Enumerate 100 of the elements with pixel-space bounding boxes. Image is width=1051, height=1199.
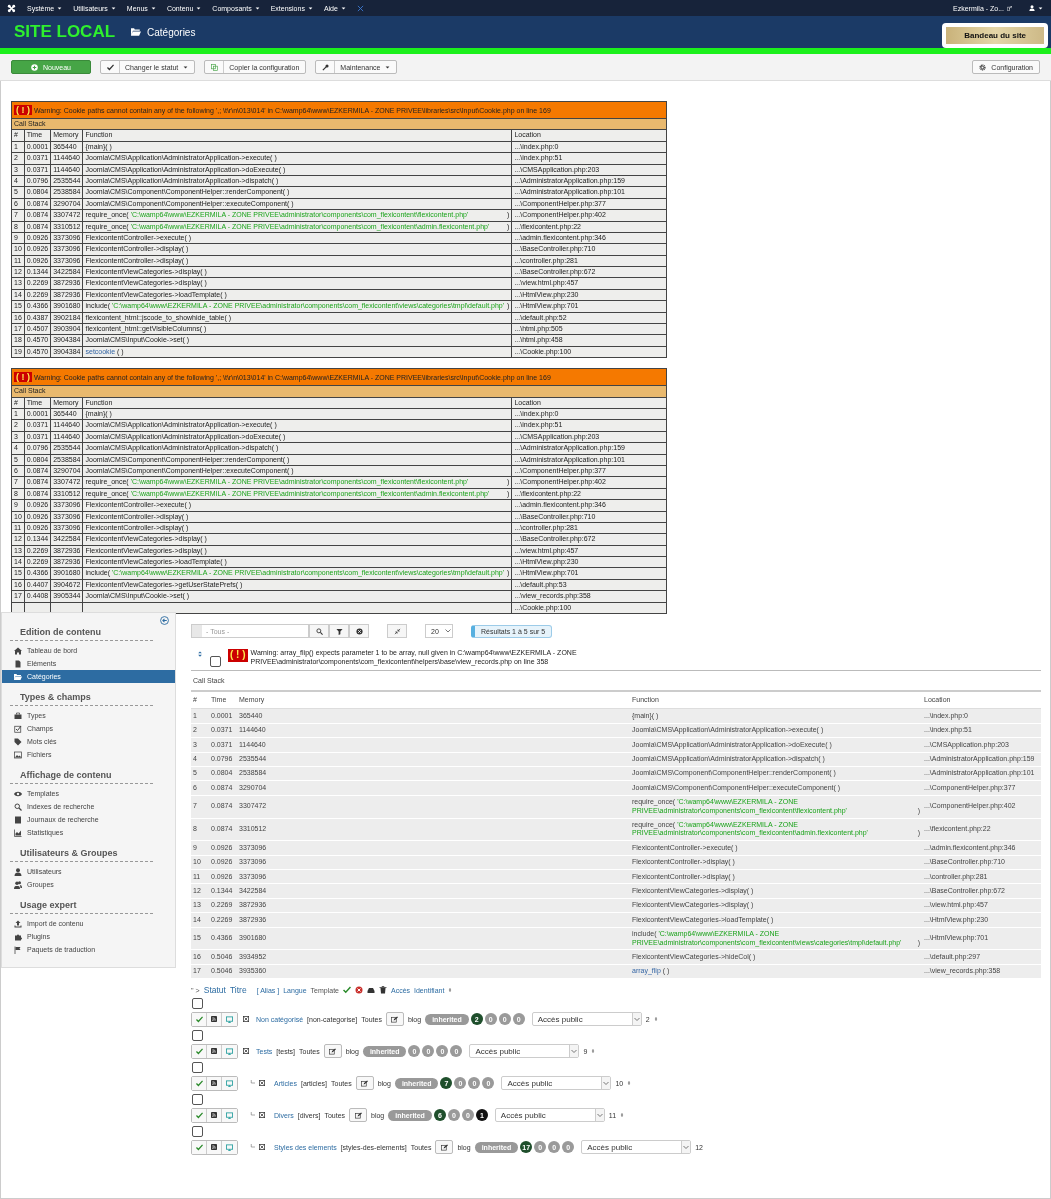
edit-icon: [361, 1079, 369, 1087]
users-icon: [14, 880, 22, 889]
section-heading: Utilisateurs & Groupes: [10, 848, 153, 862]
checkbox-icon: [14, 724, 22, 733]
caret-icon: [254, 5, 260, 11]
briefcase-icon: [14, 711, 22, 720]
image-icon: [14, 750, 22, 759]
home-icon: [14, 646, 22, 655]
monitor-icon: [226, 1111, 233, 1119]
row-checkbox[interactable]: [192, 1094, 203, 1106]
tag-icon: [14, 737, 22, 746]
access-select[interactable]: Accès public: [494, 1108, 605, 1123]
tree-line-icon: [250, 1112, 257, 1119]
compress-icon: [393, 627, 401, 635]
checked-box-icon: [243, 1048, 249, 1055]
sort-link[interactable]: Titre: [229, 985, 247, 996]
flag-icon: [14, 945, 22, 954]
access-select[interactable]: Accès public: [501, 1076, 612, 1091]
row-checkbox[interactable]: [192, 1062, 203, 1074]
book-icon: [14, 815, 22, 824]
copy-icon: [211, 63, 219, 71]
sort-icon[interactable]: [197, 649, 203, 659]
clear-icon: [355, 627, 363, 635]
monitor-icon: [226, 1047, 233, 1055]
edit-icon: [329, 1047, 337, 1055]
edit-icon: [391, 1015, 399, 1023]
back-icon[interactable]: [160, 616, 169, 625]
user-icon: [14, 867, 22, 876]
sort-link[interactable]: Statut: [203, 985, 226, 996]
check-icon: [195, 1079, 203, 1087]
feed-button[interactable]: [207, 1076, 222, 1090]
file-icon: [14, 659, 22, 668]
checked-box-icon: [259, 1112, 265, 1119]
row-checkbox[interactable]: [192, 998, 203, 1010]
feed-button[interactable]: [207, 1140, 222, 1154]
row-checkbox[interactable]: [192, 1030, 203, 1042]
feed-button[interactable]: [207, 1012, 222, 1026]
trash-icon[interactable]: [378, 986, 387, 995]
user-menu[interactable]: [1029, 5, 1043, 11]
feed-icon: [211, 1048, 217, 1055]
feed-button[interactable]: [207, 1108, 222, 1122]
feed-icon: [211, 1080, 217, 1087]
monitor-icon: [226, 1015, 233, 1023]
warning-badge: ( ! ): [14, 104, 32, 115]
section-heading: Affichage de contenu: [10, 770, 153, 784]
edit-button[interactable]: [349, 1108, 368, 1123]
feed-icon: [211, 1016, 217, 1023]
check-icon: [195, 1143, 203, 1151]
site-title: SITE LOCAL: [14, 22, 116, 42]
folder-icon: [131, 27, 142, 37]
publish-icon[interactable]: [342, 986, 351, 995]
feed-icon: [211, 1144, 217, 1151]
checked-box-icon: [259, 1144, 265, 1151]
filter-icon: [335, 627, 343, 635]
edit-button[interactable]: [355, 1076, 374, 1091]
warning-badge: ( ! ): [14, 371, 32, 382]
unpublish-icon[interactable]: [354, 986, 363, 995]
folder-icon: [14, 672, 22, 681]
check-icon: [195, 1015, 203, 1023]
edit-icon: [440, 1143, 448, 1151]
monitor-icon: [226, 1079, 233, 1087]
upload-icon: [14, 919, 22, 928]
filter-button[interactable]: [329, 624, 349, 638]
check-icon: [195, 1047, 203, 1055]
search-icon: [315, 627, 323, 635]
access-select[interactable]: Accès public: [581, 1140, 692, 1155]
page-title: Catégories: [147, 26, 196, 38]
caret-icon: [183, 64, 189, 70]
monitor-icon: [226, 1143, 233, 1151]
warning-badge: ( ! ): [228, 649, 248, 662]
caret-icon: [150, 5, 156, 11]
row-checkbox[interactable]: [210, 656, 221, 667]
search-button[interactable]: [309, 624, 329, 638]
banner-button[interactable]: Bandeau du site: [946, 26, 1044, 44]
edit-button[interactable]: [385, 1012, 404, 1027]
close-icon[interactable]: [356, 4, 364, 12]
logo-icon[interactable]: [7, 3, 16, 13]
check-icon: [107, 63, 114, 71]
edit-icon: [354, 1111, 362, 1119]
tray-icon[interactable]: [366, 986, 375, 995]
edit-button[interactable]: [323, 1044, 342, 1059]
section-heading: Edition de contenu: [10, 627, 153, 641]
caret-icon: [110, 5, 116, 11]
feed-button[interactable]: [207, 1044, 222, 1058]
caret-icon: [57, 5, 63, 11]
external-link-icon: [1007, 5, 1012, 11]
edit-button[interactable]: [435, 1140, 454, 1155]
row-checkbox[interactable]: [192, 1126, 203, 1138]
add-icon: [31, 63, 38, 71]
section-heading: Usage expert: [10, 900, 153, 914]
chart-icon: [14, 828, 22, 837]
search-icon: [14, 802, 22, 811]
feed-icon: [211, 1112, 217, 1119]
clear-button[interactable]: [349, 624, 369, 638]
puzzle-icon: [14, 932, 22, 941]
access-select[interactable]: Accès public: [531, 1012, 642, 1027]
access-select[interactable]: Accès public: [469, 1044, 580, 1059]
check-icon: [195, 1111, 203, 1119]
wrench-icon: [322, 63, 330, 71]
eye-icon: [14, 789, 22, 798]
